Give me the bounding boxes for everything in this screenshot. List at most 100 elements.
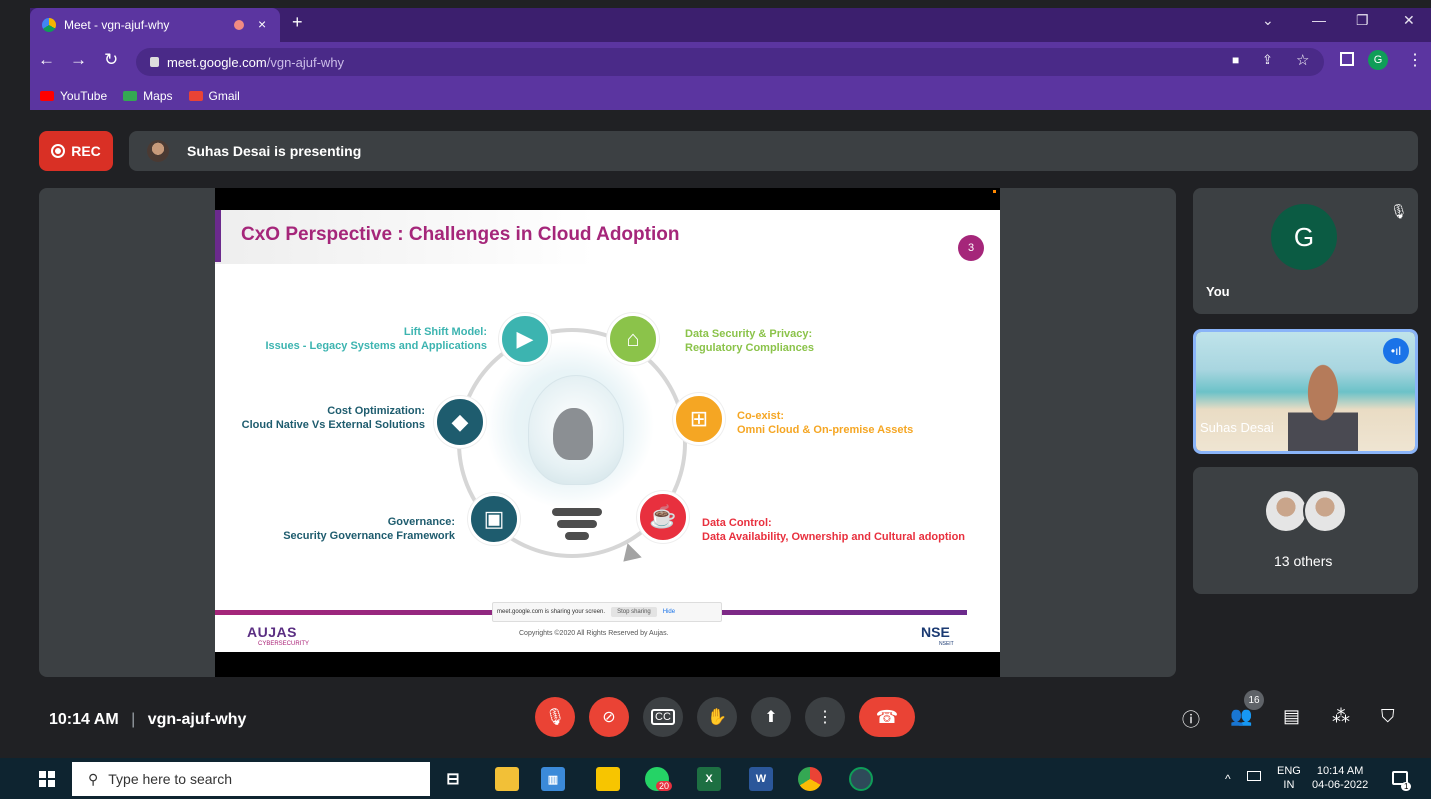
mic-off-icon: 🎙 [1390,203,1408,219]
minimize-button[interactable]: — [1312,12,1326,28]
challenge-cost-optimization: Cost Optimization: Cloud Native Vs Exter… [241,405,425,431]
presenting-banner: Suhas Desai is presenting [129,131,1418,171]
briefcase-icon: ▣ [468,493,520,545]
close-window-button[interactable]: ✕ [1403,12,1415,29]
task-view-icon[interactable]: ⊟ [441,767,465,791]
kebab-icon: ⋮ [817,709,833,726]
meeting-code: vgn-ajuf-why [147,711,247,728]
more-options-button[interactable]: ⋮ [805,697,845,737]
youtube-icon [40,91,54,101]
forward-button[interactable]: → [70,50,87,70]
profile-avatar[interactable]: G [1368,50,1388,70]
bulb-base [552,508,602,516]
side-panel-icon[interactable] [1340,52,1354,66]
present-icon: ⬆ [764,709,778,726]
nse-logo: NSE [921,624,950,640]
leave-call-button[interactable]: ☎ [859,697,915,737]
aujas-logo: AUJAS [247,624,297,640]
captions-button[interactable]: CC [643,697,683,737]
tab-search-icon[interactable]: ⌄ [1262,12,1274,29]
challenge-co-exist: Co-exist: Omni Cloud & On-premise Assets [737,410,914,436]
url-path: /vgn-ajuf-why [266,54,345,70]
tab-title: Meet - vgn-ajuf-why [64,18,170,32]
camera-off-icon: ⊘ [602,709,616,726]
bookmark-maps[interactable]: Maps [123,89,173,103]
reload-button[interactable]: ↻ [104,50,118,70]
bookmarks-bar: YouTube Maps Gmail [30,82,1431,110]
recording-badge[interactable]: REC [39,131,113,171]
chat-button[interactable]: ▤ [1283,706,1300,727]
phone-hangup-icon: ☎ [875,706,899,727]
meeting-details-button[interactable]: ⓘ [1182,706,1200,732]
word-icon[interactable]: W [749,767,773,791]
excel-icon[interactable]: X [697,767,721,791]
restore-button[interactable]: ❐ [1356,12,1369,29]
challenge-data-control: Data Control: Data Availability, Ownersh… [702,517,966,543]
bulb-base [565,532,589,540]
others-count-label: 13 others [1274,553,1333,569]
present-button[interactable]: ⬆ [751,697,791,737]
meet-favicon-icon [42,18,56,32]
meeting-time-and-code: 10:14 AM | vgn-ajuf-why [49,711,246,729]
bookmark-gmail[interactable]: Gmail [188,89,240,103]
participant-avatar [1303,489,1347,533]
store-icon[interactable]: ▥ [541,767,565,791]
tray-overflow-icon[interactable]: ^ [1225,772,1231,786]
presenting-text: Suhas Desai is presenting [187,143,362,159]
record-icon [51,144,66,158]
activities-button[interactable]: ⁂ [1332,706,1350,727]
speaking-indicator-icon: •ıl [1383,338,1409,364]
mic-off-icon: 🎙 [544,709,566,726]
people-button[interactable]: 👥 [1230,706,1252,727]
camera-toggle-button[interactable]: ⊘ [589,697,629,737]
url-host: meet.google.com [167,54,267,70]
bulb-base [557,520,597,528]
head-silhouette-icon [553,408,593,460]
windows-start-icon[interactable] [39,771,55,787]
clock[interactable]: 10:14 AM 04-06-2022 [1312,764,1368,792]
menu-kebab-icon[interactable]: ⋮ [1407,50,1423,70]
captions-icon: CC [651,709,675,725]
bookmark-star-icon[interactable]: ☆ [1296,51,1309,69]
info-icon: ⓘ [1182,710,1200,730]
slide-title-accent [215,210,221,262]
bookmark-youtube[interactable]: YouTube [40,89,107,103]
chrome-profile-icon[interactable] [849,767,873,791]
people-icon: 👥 [1230,706,1253,726]
back-button[interactable]: ← [38,50,55,70]
mic-toggle-button[interactable]: 🎙 [535,697,575,737]
piggy-bank-icon: ◆ [434,396,486,448]
tab-close-button[interactable]: × [258,16,266,32]
slide-title: CxO Perspective : Challenges in Cloud Ad… [241,224,680,245]
meeting-time: 10:14 AM [49,711,119,728]
you-avatar: G [1271,204,1337,270]
new-tab-button[interactable]: + [292,12,303,33]
nse-logo-sub: NSEIT [939,641,954,647]
recording-indicator-icon [234,20,244,30]
gmail-icon [188,91,203,101]
shield-lock-icon: ⛉ [1381,706,1395,726]
address-bar[interactable]: meet.google.com/vgn-ajuf-why [136,48,1324,76]
chat-icon: ▤ [1283,706,1301,726]
speaker-name: Suhas Desai [1200,420,1274,435]
share-icon[interactable]: ⇪ [1262,52,1273,68]
screen-indicator-dot [993,190,996,193]
tile-others[interactable] [1193,467,1418,594]
language-indicator[interactable]: ENG IN [1277,764,1301,792]
slide-page-number: 3 [958,235,984,261]
search-icon: ⚲ [88,770,99,787]
separator: | [131,711,136,728]
sticky-notes-icon[interactable] [596,767,620,791]
taskbar-search-box[interactable]: ⚲ Type here to search [72,762,430,796]
host-controls-button[interactable]: ⛉ [1381,706,1395,727]
coffee-cup-icon: ☕ [637,491,689,543]
file-explorer-icon[interactable] [495,767,519,791]
raise-hand-button[interactable]: ✋ [697,697,737,737]
battery-icon[interactable] [1247,771,1261,781]
stop-sharing-button[interactable]: Stop sharing [611,607,657,617]
hide-button[interactable]: Hide [663,609,675,615]
maps-icon [123,91,138,101]
tab-meet[interactable]: Meet - vgn-ajuf-why × [30,8,280,42]
chrome-icon[interactable] [798,767,822,791]
camera-icon[interactable]: ■ [1232,53,1239,67]
